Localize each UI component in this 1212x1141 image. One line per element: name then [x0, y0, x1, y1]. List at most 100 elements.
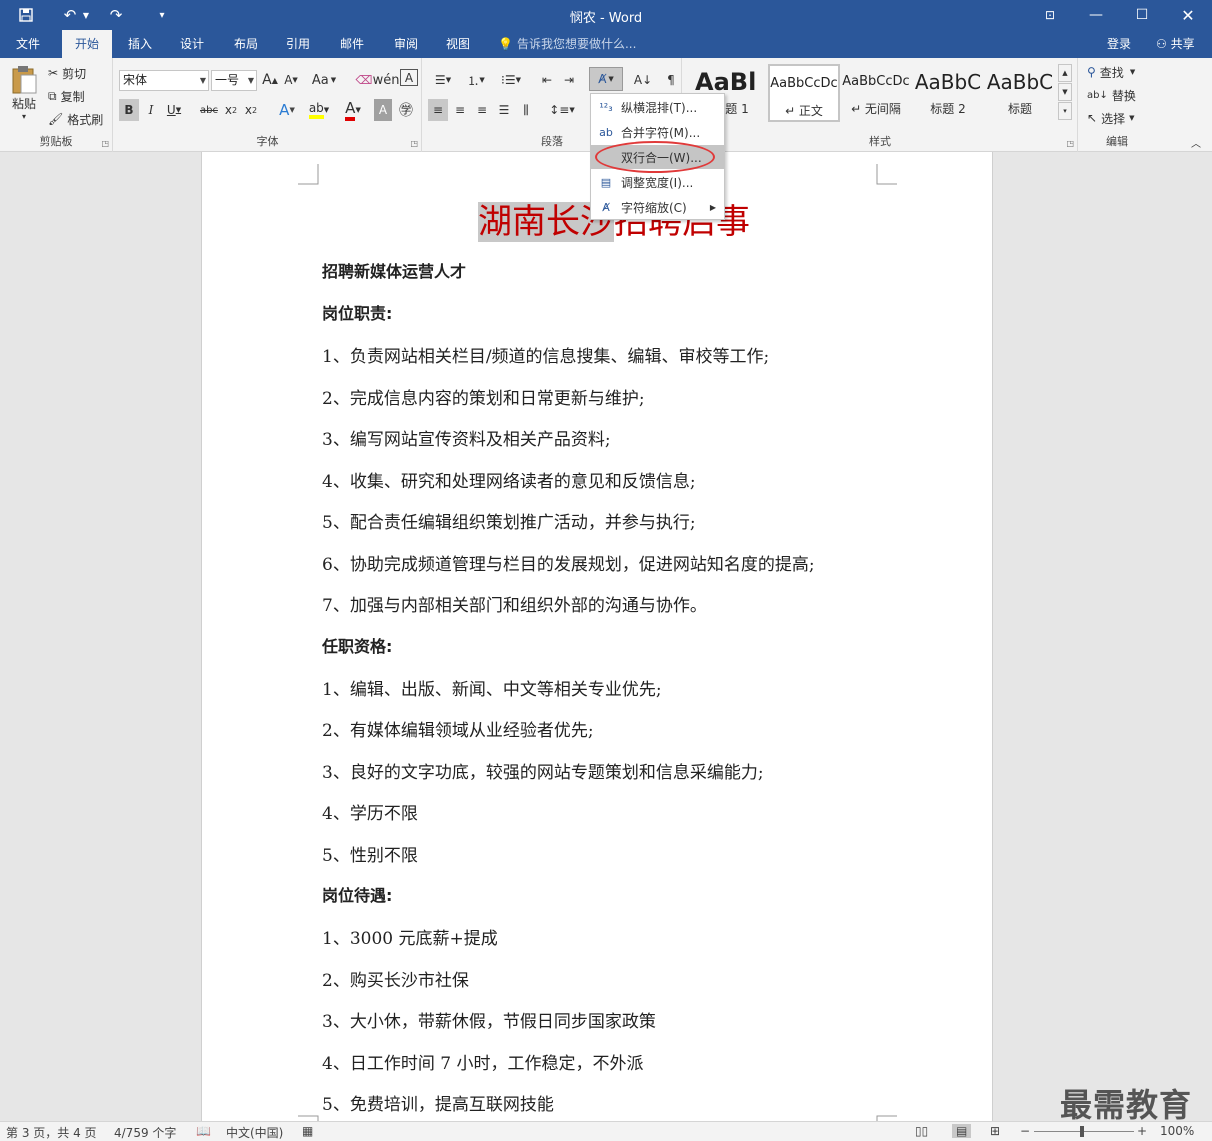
doc-line: 5、配合责任编辑组织策划推广活动，并参与执行;	[322, 513, 696, 533]
select-label: 选择	[1101, 111, 1126, 126]
change-case-label: Aa	[311, 72, 329, 88]
tab-home[interactable]: 开始	[62, 30, 112, 58]
numbering-icon[interactable]: ⒈ ▼	[461, 69, 491, 91]
document-page[interactable]: 湖南长沙招聘启事 招聘新媒体运营人才 岗位职责: 1、负责网站相关栏目/频道的信…	[201, 152, 993, 1121]
login-link[interactable]: 登录	[1107, 30, 1131, 58]
menu-item-horizontal-in-vertical[interactable]: ¹²₃ 纵横混排(T)...	[591, 95, 724, 119]
proofing-icon[interactable]: 📖	[196, 1124, 211, 1138]
tell-me-box[interactable]: 💡 告诉我您想要做什么...	[498, 30, 636, 58]
tab-file[interactable]: 文件	[0, 30, 56, 58]
font-size-combo[interactable]: 一号 ▼	[211, 70, 257, 91]
strikethrough-icon[interactable]: abc	[198, 99, 220, 121]
align-left-icon[interactable]: ≡	[428, 99, 448, 121]
zoom-in-icon[interactable]: +	[1137, 1124, 1147, 1138]
subscript-icon[interactable]: x2	[222, 99, 240, 121]
style-preview: AaBbCcDc	[842, 74, 910, 89]
styles-launcher-icon[interactable]: ◳	[1066, 139, 1074, 148]
doc-line: 6、协助完成频道管理与栏目的发展规划，促进网站知名度的提高;	[322, 555, 815, 575]
enclose-characters-icon[interactable]: ㊫	[396, 99, 416, 121]
menu-item-fit-text[interactable]: ▤ 调整宽度(I)...	[591, 170, 724, 194]
paste-label: 粘贴	[11, 97, 36, 111]
menu-item-character-scaling[interactable]: Ⱥ 字符缩放(C) ▶	[591, 195, 724, 219]
style-preview: AaBbC	[914, 70, 982, 94]
bold-icon[interactable]: B	[119, 99, 139, 121]
distributed-icon[interactable]: ⫼	[516, 99, 536, 121]
ribbon-display-icon[interactable]: ⊡	[1027, 0, 1073, 30]
clear-formatting-icon[interactable]: ⌫	[354, 69, 374, 91]
menu-item-label: 字符缩放(C)	[621, 200, 687, 215]
justify-icon[interactable]: ☰	[494, 99, 514, 121]
sort-icon[interactable]: A↓	[633, 69, 653, 91]
style-heading-2[interactable]: AaBbC 标题 2	[912, 64, 984, 122]
chevron-down-icon: ▼	[199, 76, 206, 85]
cut-button[interactable]: ✂ 剪切	[48, 62, 86, 84]
tab-insert[interactable]: 插入	[116, 30, 164, 58]
ribbon-tabs: 文件 开始 插入 设计 布局 引用 邮件 审阅 视图 💡 告诉我您想要做什么...…	[0, 30, 1212, 58]
tab-design[interactable]: 设计	[168, 30, 216, 58]
find-button[interactable]: ⚲ 查找 ▼	[1087, 61, 1135, 83]
styles-more-icon[interactable]: ▾	[1058, 102, 1072, 120]
word-count[interactable]: 4/759 个字	[114, 1124, 176, 1141]
replace-button[interactable]: ab↓ 替换	[1087, 84, 1136, 106]
underline-icon[interactable]: U ▼	[163, 99, 185, 121]
style-no-spacing[interactable]: AaBbCcDc ↵ 无间隔	[840, 64, 912, 122]
tab-references[interactable]: 引用	[274, 30, 322, 58]
share-button[interactable]: ⚇ 共享	[1148, 32, 1203, 56]
zoom-slider[interactable]	[1034, 1131, 1134, 1132]
web-layout-icon[interactable]: ⊞	[990, 1124, 1000, 1138]
zoom-level[interactable]: 100%	[1160, 1124, 1194, 1138]
tab-mailings[interactable]: 邮件	[328, 30, 376, 58]
chevron-down-icon: ▼	[1129, 114, 1135, 122]
italic-icon[interactable]: I	[142, 99, 160, 121]
bullets-icon[interactable]: ☰ ▼	[428, 69, 458, 91]
collapse-ribbon-icon[interactable]: ︿	[1188, 134, 1204, 150]
superscript-icon[interactable]: x2	[242, 99, 260, 121]
zoom-out-icon[interactable]: −	[1020, 1124, 1030, 1138]
font-launcher-icon[interactable]: ◳	[410, 139, 418, 148]
styles-scroll-up-icon[interactable]: ▲	[1058, 64, 1072, 82]
format-painter-button[interactable]: 🖌 格式刷	[48, 108, 103, 130]
multilevel-list-icon[interactable]: ⁝☰ ▼	[495, 69, 527, 91]
document-area: 湖南长沙招聘启事 招聘新媒体运营人才 岗位职责: 1、负责网站相关栏目/频道的信…	[0, 152, 1212, 1121]
zoom-slider-thumb[interactable]	[1080, 1126, 1084, 1137]
paste-button[interactable]: 粘贴 ▾	[6, 62, 42, 124]
tab-layout[interactable]: 布局	[222, 30, 270, 58]
font-name-combo[interactable]: 宋体 ▼	[119, 70, 209, 91]
macro-icon[interactable]: ▦	[302, 1124, 313, 1138]
tab-view[interactable]: 视图	[434, 30, 482, 58]
show-marks-icon[interactable]: ¶	[661, 69, 681, 91]
text-effects-icon[interactable]: A ▼	[274, 99, 300, 121]
style-title[interactable]: AaBbC 标题	[984, 64, 1056, 122]
line-spacing-icon[interactable]: ↕≡ ▼	[547, 99, 577, 121]
change-case-button[interactable]: Aa ▼	[310, 69, 338, 91]
styles-scroll-down-icon[interactable]: ▼	[1058, 83, 1072, 101]
shrink-font-icon[interactable]: A ▼	[282, 69, 300, 91]
character-border-icon[interactable]: A	[400, 69, 418, 86]
font-color-icon[interactable]: A ▼	[340, 99, 366, 121]
style-normal[interactable]: AaBbCcDc ↵ 正文	[768, 64, 840, 122]
clipboard-launcher-icon[interactable]: ◳	[101, 139, 109, 148]
select-button[interactable]: ↖ 选择 ▼	[1087, 107, 1134, 129]
language[interactable]: 中文(中国)	[226, 1124, 283, 1141]
align-center-icon[interactable]: ≡	[450, 99, 470, 121]
highlight-color-icon[interactable]: ab ▼	[306, 99, 332, 121]
menu-item-label: 纵横混排(T)...	[621, 100, 698, 115]
close-icon[interactable]: ✕	[1165, 0, 1211, 30]
tab-review[interactable]: 审阅	[382, 30, 430, 58]
read-mode-icon[interactable]: ▯▯	[915, 1124, 928, 1138]
chevron-down-icon: ▼	[247, 76, 254, 85]
copy-button[interactable]: ⧉ 复制	[48, 85, 85, 107]
page-count[interactable]: 第 3 页，共 4 页	[6, 1124, 97, 1141]
phonetic-guide-icon[interactable]: wén	[373, 69, 400, 91]
asian-layout-button[interactable]: Ⱥ ▼	[589, 67, 623, 91]
increase-indent-icon[interactable]: ⇥	[559, 69, 579, 91]
align-right-icon[interactable]: ≡	[472, 99, 492, 121]
print-layout-icon[interactable]: ▤	[952, 1124, 972, 1138]
highlight-annotation	[595, 141, 715, 173]
decrease-indent-icon[interactable]: ⇤	[537, 69, 557, 91]
character-shading-icon[interactable]: A	[374, 99, 392, 121]
maximize-icon[interactable]: ☐	[1119, 0, 1165, 30]
styles-group: AaBl 标题 1 AaBbCcDc ↵ 正文 AaBbCcDc ↵ 无间隔 A…	[683, 58, 1078, 152]
grow-font-icon[interactable]: A ▲	[261, 69, 279, 91]
minimize-icon[interactable]: —	[1073, 0, 1119, 30]
